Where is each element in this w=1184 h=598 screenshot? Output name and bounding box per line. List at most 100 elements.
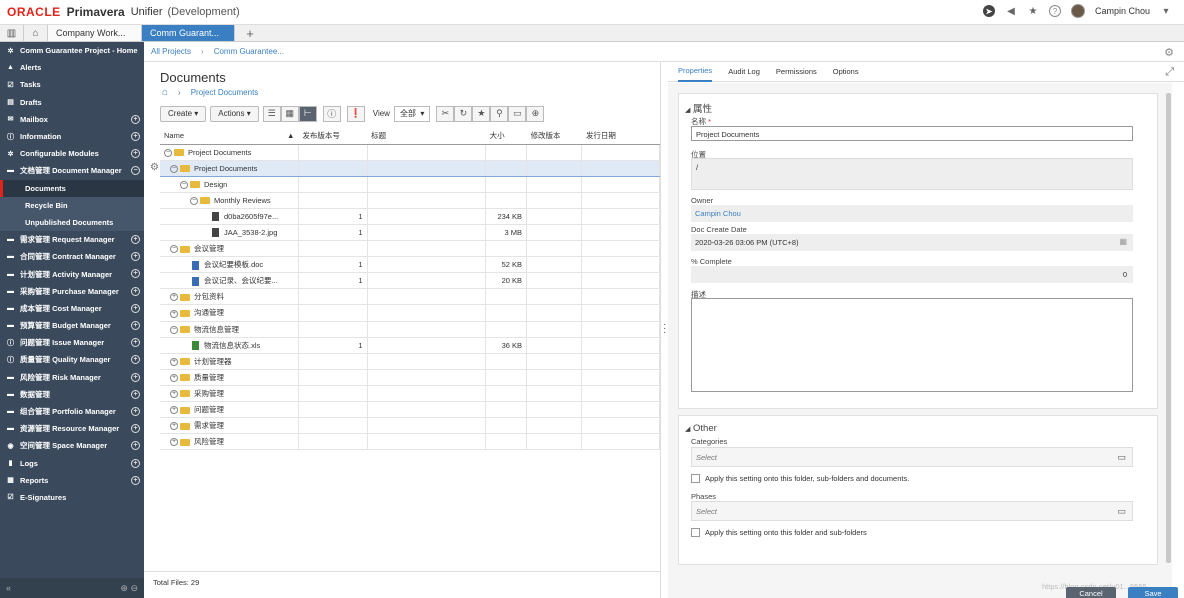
column-header-version[interactable]: 发布版本号 (298, 128, 368, 145)
user-settings-icon[interactable]: ⚙ (1164, 46, 1174, 59)
add-column-icon[interactable]: ⊕ (526, 105, 545, 122)
column-header-title[interactable]: 标题 (367, 128, 486, 145)
star-icon[interactable]: ★ (1027, 5, 1039, 17)
apply-all-checkbox[interactable] (691, 474, 700, 483)
sidebar-subitem-unpublished[interactable]: Unpublished Documents (0, 213, 144, 232)
table-row[interactable]: + 质量管理 (160, 369, 660, 386)
collapse-icon[interactable]: − (180, 180, 188, 189)
grid-view-icon[interactable]: ▦ (280, 105, 299, 122)
alert-icon[interactable]: ❗ (346, 105, 365, 122)
actions-button[interactable]: Actions ▾ (210, 105, 259, 122)
collapse-icon[interactable]: − (131, 166, 140, 176)
owner-field[interactable]: Campin Chou (691, 205, 1133, 222)
sidebar-item-request-manager[interactable]: ▬ 需求管理 Request Manager + (0, 231, 144, 248)
star-icon[interactable]: ★ (472, 105, 491, 122)
sidebar-item-drafts[interactable]: ▤ Drafts (0, 94, 144, 111)
path-project-documents[interactable]: Project Documents (191, 88, 259, 97)
collapse-icon[interactable]: − (170, 164, 178, 173)
expand-icon[interactable]: + (170, 309, 178, 318)
home-icon[interactable]: ⌂ (24, 25, 48, 41)
table-row[interactable]: + 分包资料 (160, 288, 660, 306)
expand-icon[interactable]: + (131, 321, 140, 330)
home-icon[interactable]: ⌂ (162, 87, 168, 98)
collapse-icon[interactable]: − (170, 245, 178, 254)
expand-icon[interactable]: + (131, 131, 140, 141)
expand-icon[interactable]: + (170, 357, 178, 366)
sidebar-item-document-manager[interactable]: ▬ 文档管理 Document Manager − (0, 162, 144, 179)
expand-icon[interactable]: + (170, 406, 178, 415)
sidebar-subitem-documents[interactable]: Documents (0, 179, 144, 197)
section-title[interactable]: ◢ Other (685, 423, 717, 434)
sidebar-item-budget-manager[interactable]: ▬ 预算管理 Budget Manager + (0, 317, 144, 334)
column-header-name[interactable]: Name ▲ (160, 128, 299, 145)
apply-folders-checkbox[interactable] (691, 528, 700, 537)
sidebar-item-mailbox[interactable]: ✉ Mailbox + (0, 111, 144, 128)
sidebar-item-project-home[interactable]: ✲ Comm Guarantee Project - Home (0, 42, 144, 59)
description-field[interactable] (691, 298, 1133, 392)
create-button[interactable]: Create ▾ (160, 105, 207, 122)
tab-permissions[interactable]: Permissions (776, 62, 817, 82)
calendar-icon[interactable]: ▦ (1119, 237, 1127, 246)
sidebar-item-resource-manager[interactable]: ▬ 资源管理 Resource Manager + (0, 420, 144, 437)
collapse-icon[interactable]: − (170, 325, 178, 334)
section-title[interactable]: ◢ 属性 (685, 101, 712, 115)
expand-icon[interactable]: + (131, 235, 140, 245)
maximize-icon[interactable]: ⤢ (1165, 66, 1174, 79)
expand-icon[interactable]: + (170, 293, 178, 302)
table-row[interactable]: JAA_3538-2.jpg 1 3 MB (160, 224, 660, 242)
table-row[interactable]: 会议记录、会议纪要... 1 20 KB (160, 272, 660, 290)
user-name[interactable]: Campin Chou (1095, 6, 1150, 16)
table-row[interactable]: − Project Documents (160, 144, 660, 161)
sidebar-item-purchase-manager[interactable]: ▬ 采购管理 Purchase Manager + (0, 283, 144, 300)
column-header-revision[interactable]: 修改版本 (526, 128, 582, 145)
tab-project[interactable]: Comm Guarant... (142, 25, 235, 41)
sidebar-item-quality-manager[interactable]: ⓘ 质量管理 Quality Manager + (0, 351, 144, 368)
collapse-sidebar-icon[interactable]: « (6, 583, 11, 593)
sidebar-item-tasks[interactable]: ☑ Tasks (0, 76, 144, 93)
table-row[interactable]: 会议纪要模板.doc 1 52 KB (160, 256, 660, 274)
chart-icon[interactable]: ▥ (0, 25, 24, 41)
add-tab-icon[interactable]: + (235, 25, 265, 41)
expand-icon[interactable]: + (131, 475, 140, 485)
table-row[interactable]: + 采购管理 (160, 385, 660, 403)
avatar[interactable] (1070, 4, 1085, 18)
search-icon[interactable]: ⚲ (490, 105, 509, 122)
sidebar-item-risk-manager[interactable]: ▬ 风险管理 Risk Manager + (0, 369, 144, 386)
expand-icon[interactable]: + (170, 438, 178, 447)
panel-scrollbar[interactable] (1166, 93, 1171, 563)
sidebar-item-space-manager[interactable]: ◉ 空间管理 Space Manager + (0, 437, 144, 454)
expand-collapse-all-icons[interactable]: ⊕ ⊖ (120, 583, 138, 594)
expand-icon[interactable]: + (131, 252, 140, 262)
breadcrumb-all-projects[interactable]: All Projects (151, 47, 191, 56)
table-row[interactable]: 物流信息状态.xls 1 36 KB (160, 337, 660, 354)
expand-icon[interactable]: + (131, 149, 140, 159)
table-row[interactable]: − 物流信息管理 (160, 321, 660, 338)
expand-icon[interactable]: + (131, 355, 140, 365)
table-row[interactable]: + 风险管理 (160, 433, 660, 451)
sidebar-item-contract-manager[interactable]: ▬ 合同管理 Contract Manager + (0, 248, 144, 265)
expand-icon[interactable]: + (131, 114, 140, 124)
name-field[interactable]: Project Documents (691, 126, 1133, 141)
list-view-icon[interactable]: ☰ (262, 105, 281, 122)
row-gear-icon[interactable]: ⚙ (150, 162, 159, 173)
save-button[interactable]: Save (1128, 587, 1178, 598)
picker-icon[interactable]: ▭ (1117, 506, 1126, 517)
compass-icon[interactable]: ➤ (982, 5, 995, 17)
help-icon[interactable]: ? (1048, 5, 1061, 17)
table-row[interactable]: d0ba2605f97e... 1 234 KB (160, 208, 660, 225)
table-row[interactable]: − Monthly Reviews (160, 192, 660, 209)
expand-icon[interactable]: + (170, 422, 178, 431)
expand-icon[interactable]: + (131, 424, 140, 434)
table-row[interactable]: + 计划管理器 (160, 353, 660, 370)
sidebar-item-alerts[interactable]: ▲ Alerts (0, 59, 144, 76)
tab-audit-log[interactable]: Audit Log (728, 62, 760, 82)
expand-icon[interactable]: + (131, 269, 140, 279)
megaphone-icon[interactable]: ◀ (1005, 5, 1017, 17)
view-select[interactable]: 全部 ▾ (393, 105, 431, 122)
info-icon[interactable]: ⓘ (322, 105, 341, 122)
sidebar-item-reports[interactable]: ▦ Reports + (0, 472, 144, 489)
sidebar-item-information[interactable]: ⓘ Information + (0, 128, 144, 145)
tab-options[interactable]: Options (833, 62, 859, 82)
sidebar-subitem-recycle-bin[interactable]: Recycle Bin (0, 196, 144, 214)
sidebar-item-cost-manager[interactable]: ▬ 成本管理 Cost Manager + (0, 300, 144, 317)
